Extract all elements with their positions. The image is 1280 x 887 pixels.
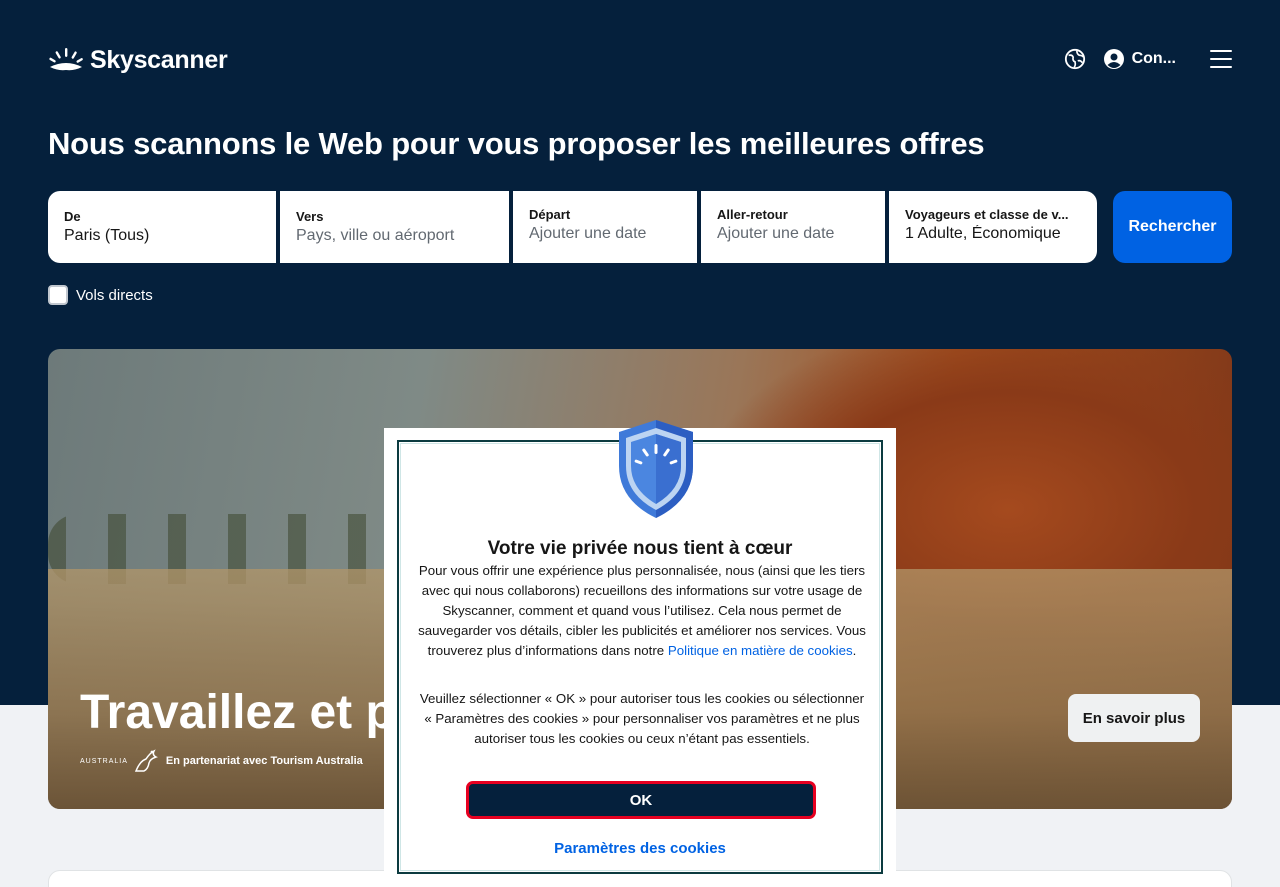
partner-credit: AUSTRALIA En partenariat avec Tourism Au… <box>80 749 363 773</box>
direct-flights-checkbox[interactable] <box>48 285 68 305</box>
return-field[interactable]: Aller-retour Ajouter une date <box>701 191 885 263</box>
to-label: Vers <box>296 209 324 224</box>
from-value[interactable]: Paris (Tous) <box>64 227 260 245</box>
cookie-settings-button[interactable]: Paramètres des cookies <box>399 840 881 857</box>
account-label: Con... <box>1131 50 1176 67</box>
privacy-shield-icon <box>619 420 693 518</box>
accept-cookies-button[interactable]: OK <box>466 781 816 819</box>
cookie-policy-link[interactable]: Politique en matière de cookies <box>668 643 853 658</box>
cookie-dialog-description: Pour vous offrir une expérience plus per… <box>417 561 867 661</box>
from-label: De <box>64 209 81 224</box>
page-headline: Nous scannons le Web pour vous proposer … <box>48 126 985 161</box>
account-icon <box>1103 49 1124 69</box>
australia-logo-text: AUSTRALIA <box>80 757 128 765</box>
depart-date-input[interactable]: Ajouter une date <box>529 225 681 243</box>
promo-title: Travaillez et pr <box>80 686 414 739</box>
skyscanner-logo[interactable]: Skyscanner <box>48 46 228 75</box>
depart-field[interactable]: Départ Ajouter une date <box>513 191 697 263</box>
brand-name: Skyscanner <box>90 46 228 74</box>
learn-more-button[interactable]: En savoir plus <box>1068 694 1200 742</box>
account-button[interactable]: Con... <box>1103 49 1176 69</box>
to-field[interactable]: Vers Pays, ville ou aéroport <box>280 191 509 263</box>
travellers-field[interactable]: Voyageurs et classe de v... 1 Adulte, Éc… <box>889 191 1097 263</box>
direct-flights-label: Vols directs <box>76 286 153 304</box>
depart-label: Départ <box>529 207 571 222</box>
globe-icon[interactable] <box>1064 48 1086 70</box>
search-button[interactable]: Rechercher <box>1113 191 1232 263</box>
travellers-label: Voyageurs et classe de v... <box>905 207 1069 222</box>
travellers-value[interactable]: 1 Adulte, Économique <box>905 225 1081 243</box>
cookie-dialog-instructions: Veuillez sélectionner « OK » pour autori… <box>419 691 865 746</box>
cookie-dialog-frame: Votre vie privée nous tient à cœur Pour … <box>397 420 883 874</box>
kangaroo-icon <box>134 749 158 772</box>
cookie-description-end: . <box>852 643 857 658</box>
direct-flights-option[interactable]: Vols directs <box>48 285 153 305</box>
from-field[interactable]: De Paris (Tous) <box>48 191 276 263</box>
sunrise-logo-icon <box>49 47 83 70</box>
menu-icon[interactable] <box>1210 50 1232 68</box>
return-label: Aller-retour <box>717 207 788 222</box>
return-date-input[interactable]: Ajouter une date <box>717 225 869 243</box>
partner-text: En partenariat avec Tourism Australia <box>165 755 363 767</box>
to-input[interactable]: Pays, ville ou aéroport <box>296 227 493 245</box>
cookie-consent-dialog: Votre vie privée nous tient à cœur Pour … <box>384 420 896 887</box>
cookie-dialog-title: Votre vie privée nous tient à cœur <box>487 538 793 559</box>
